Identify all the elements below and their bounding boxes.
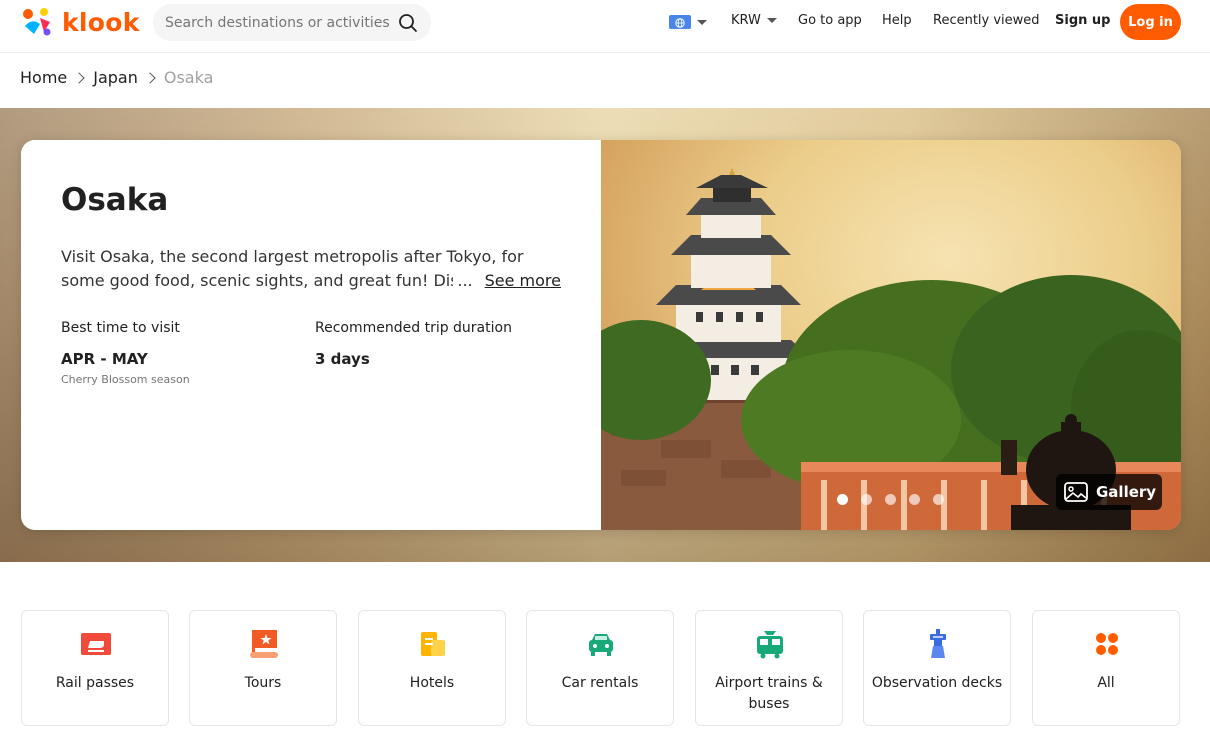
currency-selector[interactable]: KRW	[731, 13, 777, 28]
gallery-button[interactable]: Gallery	[1056, 474, 1162, 510]
chevron-down-icon	[697, 19, 707, 25]
airport-bus-icon	[757, 631, 783, 659]
search-bar[interactable]: Search destinations or activities	[153, 4, 431, 41]
category-car-rentals[interactable]: Car rentals	[526, 610, 674, 726]
osaka-castle-illustration	[601, 168, 1181, 530]
category-label: Car rentals	[561, 675, 639, 691]
chevron-right-icon	[144, 71, 156, 84]
category-rail-passes[interactable]: Rail passes	[21, 610, 169, 726]
description-line-1: Visit Osaka, the second largest metropol…	[61, 247, 524, 266]
gallery-label: Gallery	[1096, 483, 1157, 501]
carousel-dot[interactable]	[909, 494, 920, 505]
globe-flag-icon	[669, 15, 691, 29]
destination-card: Osaka Visit Osaka, the second largest me…	[21, 140, 1181, 530]
sign-up-link[interactable]: Sign up	[1055, 13, 1110, 28]
best-time-value: APR - MAY	[61, 350, 148, 368]
klook-logo-icon	[23, 8, 51, 36]
destination-description: Visit Osaka, the second largest metropol…	[61, 245, 561, 293]
category-label: Tours	[244, 675, 282, 691]
category-hotels[interactable]: Hotels	[358, 610, 506, 726]
search-icon[interactable]	[398, 13, 418, 33]
chevron-down-icon	[766, 18, 777, 23]
language-selector[interactable]	[669, 15, 707, 29]
tour-flag-icon	[250, 630, 278, 658]
currency-label: KRW	[731, 13, 761, 28]
category-label: Hotels	[409, 675, 455, 691]
top-header: klook Search destinations or activities …	[0, 0, 1210, 53]
category-label: Observation decks	[871, 675, 1003, 691]
observation-tower-icon	[930, 629, 946, 658]
search-input[interactable]: Search destinations or activities	[165, 15, 398, 31]
destination-info: Osaka Visit Osaka, the second largest me…	[21, 140, 601, 530]
carousel-dots	[837, 494, 957, 505]
go-to-app-link[interactable]: Go to app	[798, 13, 862, 28]
car-icon	[589, 634, 613, 656]
klook-logo[interactable]: klook	[20, 6, 140, 38]
recently-viewed-link[interactable]: Recently viewed	[933, 13, 1040, 28]
help-link[interactable]: Help	[882, 13, 912, 28]
carousel-dot[interactable]	[861, 494, 872, 505]
category-label: Airport trains & buses	[715, 675, 823, 712]
chevron-right-icon	[73, 71, 85, 84]
trip-duration-label: Recommended trip duration	[315, 320, 512, 336]
carousel-dot[interactable]	[837, 494, 848, 505]
hero-image[interactable]: Gallery	[601, 140, 1181, 530]
category-label: Rail passes	[55, 675, 135, 691]
rail-pass-icon	[81, 633, 111, 655]
see-more-link[interactable]: See more	[485, 269, 561, 293]
image-icon	[1064, 482, 1088, 502]
log-in-button[interactable]: Log in	[1120, 4, 1181, 40]
hotel-icon	[421, 632, 445, 656]
breadcrumb: Home Japan Osaka	[20, 68, 213, 87]
carousel-dot[interactable]	[885, 494, 896, 505]
breadcrumb-osaka: Osaka	[163, 68, 214, 87]
category-airport-trains-buses[interactable]: Airport trains & buses	[695, 610, 843, 726]
best-time-label: Best time to visit	[61, 320, 180, 336]
carousel-dot[interactable]	[933, 494, 944, 505]
logo-text: klook	[62, 7, 140, 37]
breadcrumb-japan[interactable]: Japan	[93, 68, 138, 87]
best-time-note: Cherry Blossom season	[61, 373, 190, 386]
category-tours[interactable]: Tours	[189, 610, 337, 726]
category-all[interactable]: All	[1032, 610, 1180, 726]
category-label: All	[1097, 675, 1115, 691]
category-observation-decks[interactable]: Observation decks	[863, 610, 1011, 726]
trip-duration-value: 3 days	[315, 350, 370, 368]
page-title: Osaka	[61, 182, 169, 218]
grid-dots-icon	[1096, 633, 1118, 655]
description-line-2: some good food, scenic sights, and great…	[61, 271, 453, 290]
breadcrumb-home[interactable]: Home	[20, 68, 67, 87]
description-ellipsis: ...	[457, 271, 473, 290]
